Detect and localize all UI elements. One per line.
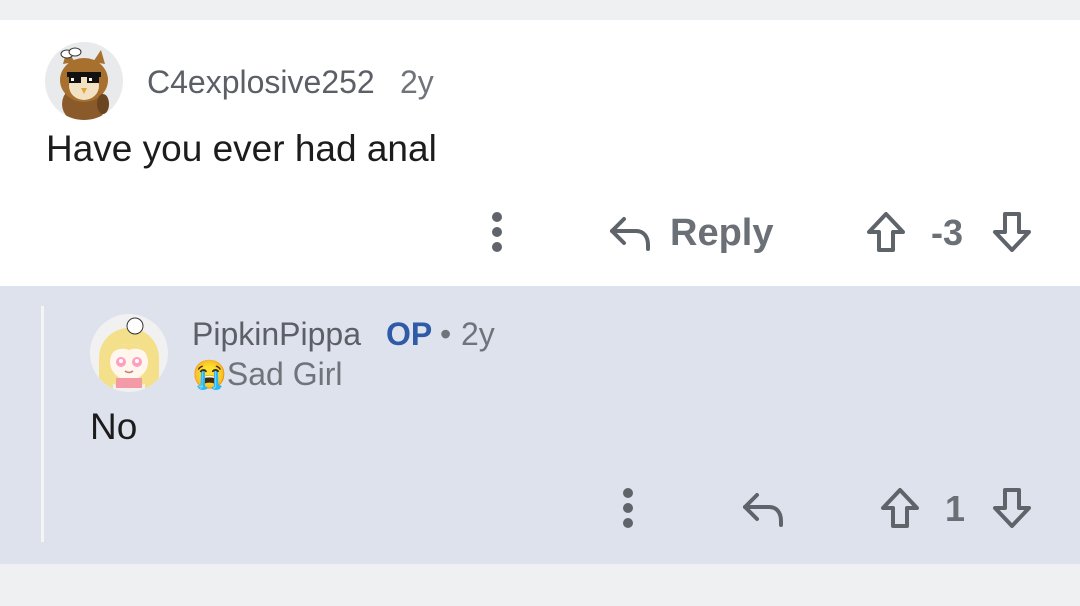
upvote-arrow-icon xyxy=(867,212,905,252)
reply-card: PipkinPippa OP • 2y 😭 Sad Girl No 1 xyxy=(0,286,1080,564)
comment-card: C4explosive252 2y Have you ever had anal… xyxy=(0,20,1080,286)
thread-line[interactable] xyxy=(41,306,44,542)
flair-text: Sad Girl xyxy=(226,356,343,392)
reply-age: 2y xyxy=(461,316,495,352)
downvote-arrow-icon xyxy=(993,212,1031,252)
upvote-button[interactable] xyxy=(876,484,924,532)
reply-score: 1 xyxy=(945,488,966,529)
crying-face-icon: 😭 xyxy=(192,358,227,390)
reply-label: Reply xyxy=(670,211,774,254)
op-badge: OP xyxy=(386,316,433,352)
reply-button[interactable] xyxy=(736,484,790,534)
more-options-button[interactable] xyxy=(611,482,645,534)
reply-author[interactable]: PipkinPippa xyxy=(192,316,361,353)
more-vertical-icon xyxy=(492,212,502,252)
user-flair: 😭 Sad Girl xyxy=(192,356,342,393)
more-vertical-icon xyxy=(623,488,633,528)
reply-arrow-icon xyxy=(743,493,783,527)
reply-button[interactable]: Reply xyxy=(608,206,783,260)
meta-separator: • xyxy=(440,316,452,352)
downvote-button[interactable] xyxy=(988,208,1036,256)
upvote-arrow-icon xyxy=(881,488,919,528)
comment-age: 2y xyxy=(400,64,434,100)
girl-avatar-icon[interactable] xyxy=(90,314,168,392)
upvote-button[interactable] xyxy=(862,208,910,256)
downvote-button[interactable] xyxy=(988,484,1036,532)
reply-body: No xyxy=(90,406,138,447)
reply-arrow-icon xyxy=(610,217,650,251)
owl-avatar-icon[interactable] xyxy=(45,42,123,120)
comment-author[interactable]: C4explosive252 xyxy=(147,64,375,101)
comment-body: Have you ever had anal xyxy=(46,128,437,169)
more-options-button[interactable] xyxy=(480,206,514,258)
downvote-arrow-icon xyxy=(993,488,1031,528)
top-gap xyxy=(0,0,1080,20)
bottom-gap xyxy=(0,564,1080,606)
comment-score: -3 xyxy=(931,212,964,253)
